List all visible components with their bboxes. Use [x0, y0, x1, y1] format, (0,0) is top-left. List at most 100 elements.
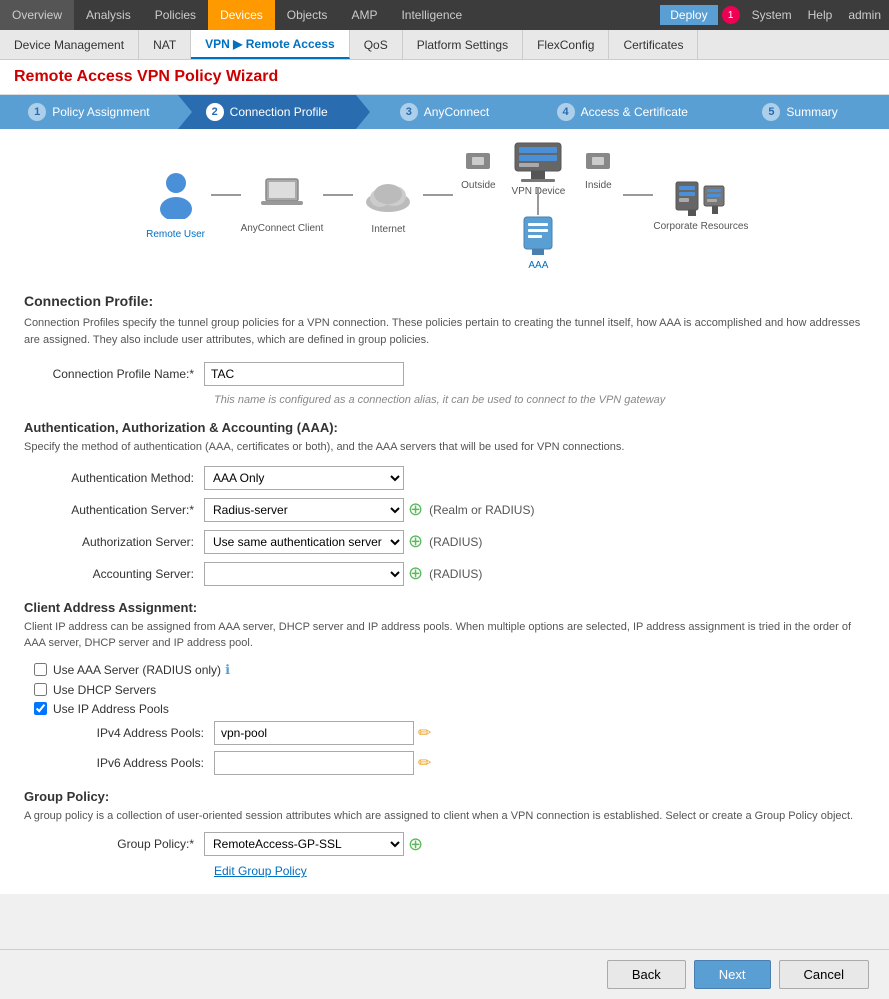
main-content: Connection Profile: Connection Profiles … — [0, 277, 889, 894]
authz-server-row: Authorization Server: Use same authentic… — [24, 530, 865, 554]
diagram-node-aaa: AAA — [503, 215, 573, 271]
nav-devices[interactable]: Devices — [208, 0, 275, 30]
back-button[interactable]: Back — [607, 960, 686, 989]
acct-server-label: Accounting Server: — [24, 567, 204, 581]
step-2-num: 2 — [206, 103, 224, 121]
step-4-num: 4 — [557, 103, 575, 121]
nav-certificates[interactable]: Certificates — [609, 30, 698, 59]
cancel-button[interactable]: Cancel — [779, 960, 869, 989]
connection-profile-name-input[interactable] — [204, 362, 404, 386]
nav-analysis[interactable]: Analysis — [74, 0, 143, 30]
internet-label: Internet — [371, 224, 405, 235]
vpn-diagram: Remote User AnyConnect Client Internet — [0, 129, 889, 277]
aaa-vertical-line — [537, 187, 539, 215]
wizard-step-3[interactable]: 3 AnyConnect — [356, 95, 534, 129]
line-2 — [323, 194, 353, 196]
ipv6-edit-icon[interactable]: ✏ — [418, 753, 431, 773]
auth-server-add-button[interactable]: ⊕ — [408, 499, 423, 520]
group-policy-add-button[interactable]: ⊕ — [408, 834, 423, 855]
auth-method-select[interactable]: AAA Only Certificate Only AAA & Certific… — [204, 466, 404, 490]
wizard-step-4[interactable]: 4 Access & Certificate — [533, 95, 711, 129]
aaa-desc: Specify the method of authentication (AA… — [24, 439, 865, 456]
nav-policies[interactable]: Policies — [143, 0, 208, 30]
edit-group-policy-link[interactable]: Edit Group Policy — [214, 864, 865, 878]
auth-method-row: Authentication Method: AAA Only Certific… — [24, 466, 865, 490]
aaa-icon — [520, 215, 556, 260]
aaa-title: Authentication, Authorization & Accounti… — [24, 420, 865, 435]
connection-profile-name-row: Connection Profile Name:* — [24, 362, 865, 386]
ipv4-pool-input[interactable] — [214, 721, 414, 745]
nav-qos[interactable]: QoS — [350, 30, 403, 59]
cloud-icon — [360, 176, 416, 222]
corporate-resources-icon — [674, 178, 728, 221]
outside-icon — [462, 145, 494, 180]
nav-intelligence[interactable]: Intelligence — [389, 0, 474, 30]
group-policy-title: Group Policy: — [24, 789, 865, 804]
nav-overview[interactable]: Overview — [0, 0, 74, 30]
ipv4-pool-row: IPv4 Address Pools: ✏ — [84, 721, 865, 745]
nav-objects[interactable]: Objects — [275, 0, 340, 30]
add-circle-icon-3: ⊕ — [408, 563, 423, 584]
nav-amp[interactable]: AMP — [339, 0, 389, 30]
admin-link[interactable]: admin — [840, 8, 889, 22]
inside-label: Inside — [585, 180, 612, 191]
step-5-label: Summary — [786, 105, 837, 119]
wizard-step-1[interactable]: 1 Policy Assignment — [0, 95, 178, 129]
authz-server-add-button[interactable]: ⊕ — [408, 531, 423, 552]
add-circle-icon-2: ⊕ — [408, 531, 423, 552]
nav-platform-settings[interactable]: Platform Settings — [403, 30, 523, 59]
add-circle-icon-4: ⊕ — [408, 834, 423, 855]
nav-device-management[interactable]: Device Management — [0, 30, 139, 59]
aaa-label: AAA — [528, 260, 548, 271]
acct-server-select[interactable] — [204, 562, 404, 586]
diagram-node-corporate: Corporate Resources — [653, 178, 748, 232]
add-circle-icon: ⊕ — [408, 499, 423, 520]
nav-nat[interactable]: NAT — [139, 30, 191, 59]
ipv4-edit-icon[interactable]: ✏ — [418, 723, 431, 743]
chk-pool-input[interactable] — [34, 702, 47, 715]
group-policy-desc: A group policy is a collection of user-o… — [24, 808, 865, 825]
chk-aaa-label: Use AAA Server (RADIUS only) — [53, 663, 221, 677]
authz-server-select[interactable]: Use same authentication server — [204, 530, 404, 554]
ipv6-pool-row: IPv6 Address Pools: ✏ — [84, 751, 865, 775]
auth-method-label: Authentication Method: — [24, 471, 204, 485]
laptop-icon — [260, 177, 304, 221]
step-4-label: Access & Certificate — [581, 105, 688, 119]
auth-server-row: Authentication Server:* Radius-server ⊕ … — [24, 498, 865, 522]
auth-server-select[interactable]: Radius-server — [204, 498, 404, 522]
person-icon — [156, 171, 196, 227]
diagram-node-anyconnect: AnyConnect Client — [241, 177, 324, 234]
remote-user-label: Remote User — [146, 229, 205, 240]
footer: Back Next Cancel — [0, 949, 889, 999]
acct-server-note: (RADIUS) — [429, 567, 482, 581]
line-3 — [423, 194, 453, 196]
group-policy-select[interactable]: RemoteAccess-GP-SSL — [204, 832, 404, 856]
system-link[interactable]: System — [744, 8, 800, 22]
authz-server-label: Authorization Server: — [24, 535, 204, 549]
acct-server-add-button[interactable]: ⊕ — [408, 563, 423, 584]
wizard-step-5[interactable]: 5 Summary — [711, 95, 889, 129]
ipv6-label: IPv6 Address Pools: — [84, 756, 214, 770]
chk-dhcp-label: Use DHCP Servers — [53, 683, 156, 697]
acct-server-row: Accounting Server: ⊕ (RADIUS) — [24, 562, 865, 586]
group-policy-label: Group Policy:* — [24, 837, 204, 851]
help-link[interactable]: Help — [800, 8, 841, 22]
step-3-label: AnyConnect — [424, 105, 489, 119]
chk-aaa-input[interactable] — [34, 663, 47, 676]
client-addr-title: Client Address Assignment: — [24, 600, 865, 615]
deploy-button[interactable]: Deploy — [660, 5, 717, 25]
ipv6-pool-input[interactable] — [214, 751, 414, 775]
wizard-steps: 1 Policy Assignment 2 Connection Profile… — [0, 95, 889, 129]
wizard-step-2[interactable]: 2 Connection Profile — [178, 95, 356, 129]
diagram-node-internet: Internet — [353, 176, 423, 235]
nav-vpn-remote-access[interactable]: VPN ▶ Remote Access — [191, 30, 350, 59]
connection-profile-title: Connection Profile: — [24, 293, 865, 309]
chk-aaa-row: Use AAA Server (RADIUS only) ℹ — [34, 662, 865, 678]
step-1-label: Policy Assignment — [52, 105, 149, 119]
step-1-num: 1 — [28, 103, 46, 121]
next-button[interactable]: Next — [694, 960, 771, 989]
inside-icon — [582, 145, 614, 180]
chk-dhcp-input[interactable] — [34, 683, 47, 696]
connection-profile-name-label: Connection Profile Name:* — [24, 367, 204, 381]
nav-flexconfig[interactable]: FlexConfig — [523, 30, 609, 59]
